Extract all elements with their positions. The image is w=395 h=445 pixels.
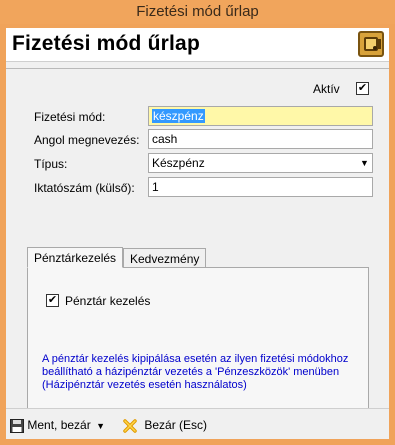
type-select[interactable]: Készpénz ▼ xyxy=(148,153,373,173)
english-name-label: Angol megnevezés: xyxy=(34,133,140,147)
chevron-down-icon[interactable]: ▼ xyxy=(359,157,370,169)
tab-cash-register-label: Pénztárkezelés xyxy=(34,251,117,265)
form-header: Fizetési mód űrlap xyxy=(6,28,389,62)
page-title: Fizetési mód űrlap xyxy=(12,32,200,55)
form-body: Aktív ✔ Fizetési mód: készpénz Angol meg… xyxy=(6,68,389,416)
payment-method-label: Fizetési mód: xyxy=(34,110,106,124)
bottom-toolbar: Ment, bezár ▼ Bezár (Esc) xyxy=(6,408,389,439)
payment-method-field[interactable]: készpénz xyxy=(148,106,373,126)
tab-panel: ✔ Pénztár kezelés A pénztár kezelés kipi… xyxy=(27,267,369,416)
iktato-label: Iktatószám (külső): xyxy=(34,181,135,195)
active-label: Aktív xyxy=(313,82,340,96)
close-label: Bezár (Esc) xyxy=(144,418,208,432)
close-button[interactable]: Bezár (Esc) xyxy=(122,415,207,435)
active-checkbox[interactable]: ✔ xyxy=(356,82,369,95)
save-close-label: Ment, bezár xyxy=(27,418,91,432)
window-client: Fizetési mód űrlap Aktív ✔ Fizetési mód:… xyxy=(6,28,389,439)
close-icon xyxy=(123,419,137,433)
save-close-button[interactable]: Ment, bezár ▼ xyxy=(10,415,105,435)
english-name-value: cash xyxy=(152,132,178,146)
chevron-down-icon[interactable]: ▼ xyxy=(96,421,105,431)
tab-cash-register[interactable]: Pénztárkezelés xyxy=(27,247,124,268)
tab-discount-label: Kedvezmény xyxy=(130,252,200,266)
tab-discount[interactable]: Kedvezmény xyxy=(123,248,207,268)
cash-register-checkbox[interactable]: ✔ xyxy=(46,294,59,307)
cash-register-label: Pénztár kezelés xyxy=(65,294,151,308)
iktato-value: 1 xyxy=(152,180,159,194)
payment-method-value: készpénz xyxy=(152,109,205,123)
floppy-icon xyxy=(10,418,24,433)
type-value: Készpénz xyxy=(152,156,205,170)
info-text: A pénztár kezelés kipipálása esetén az i… xyxy=(42,353,349,391)
iktato-field[interactable]: 1 xyxy=(148,177,373,197)
english-name-field[interactable]: cash xyxy=(148,129,373,149)
window-title: Fizetési mód űrlap xyxy=(0,0,395,24)
type-label: Típus: xyxy=(34,157,68,171)
safe-icon xyxy=(358,31,384,57)
